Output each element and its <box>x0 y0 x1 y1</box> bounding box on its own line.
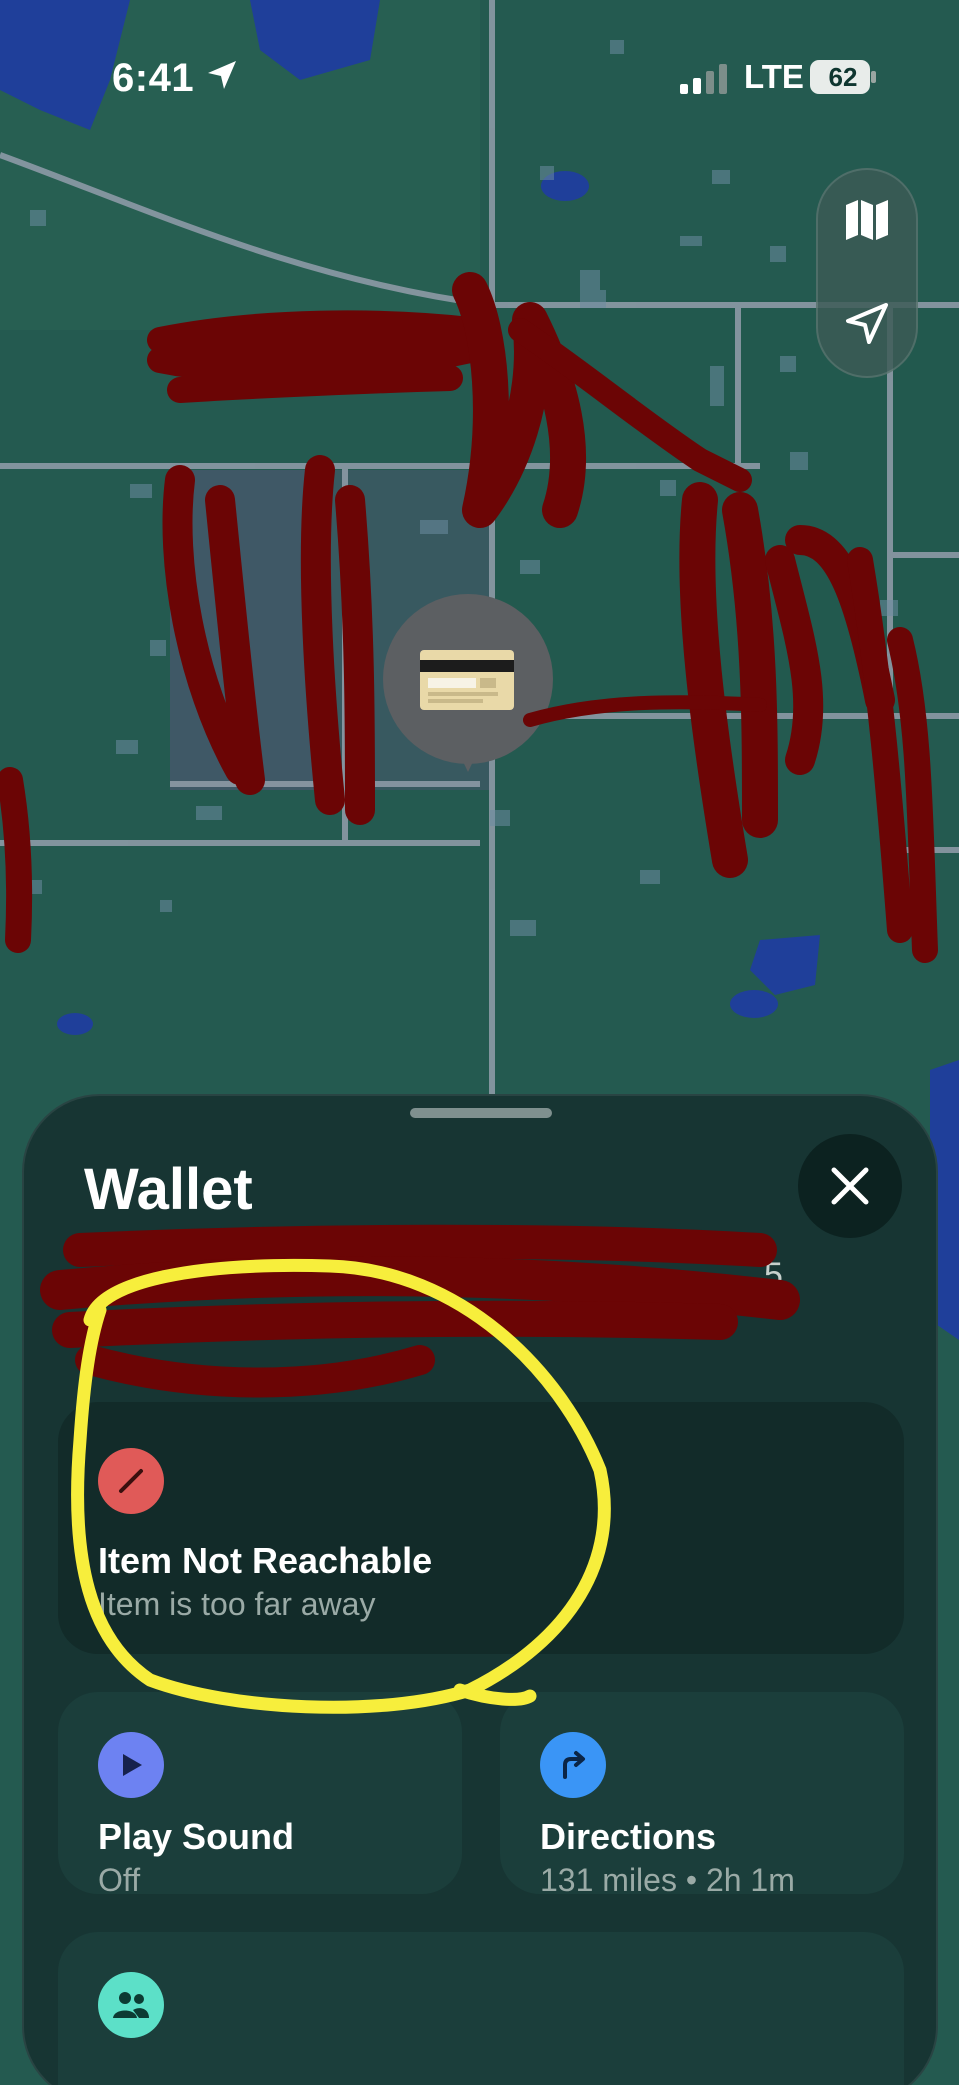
people-icon <box>113 1992 149 2018</box>
signal-bars-icon <box>680 64 727 94</box>
current-location-button[interactable] <box>818 274 916 374</box>
subtitle-fragment: 5 <box>764 1256 783 1294</box>
play-sound-status: Off <box>98 1862 141 1898</box>
sheet-grabber[interactable] <box>410 1108 552 1118</box>
directions-label: Directions <box>540 1816 717 1857</box>
directions-icon-badge <box>540 1732 606 1798</box>
card-icon <box>420 650 514 710</box>
close-button[interactable] <box>798 1134 902 1238</box>
turn-right-arrow-icon <box>563 1751 585 1779</box>
status-icon-badge <box>98 1448 164 1514</box>
map-mode-button[interactable] <box>818 170 916 270</box>
location-arrow-icon <box>846 303 888 344</box>
clock-time: 6:41 <box>112 56 195 100</box>
status-label: Item Not Reachable <box>98 1540 433 1581</box>
find-my-screen: 6:41 LTE 62 Wallet 5 Item Not Reachable … <box>0 0 959 2085</box>
item-status-card: Item Not Reachable Item is too far away <box>58 1402 904 1654</box>
play-sound-label: Play Sound <box>98 1816 295 1857</box>
play-sound-button[interactable]: Play Sound Off <box>58 1692 462 1898</box>
status-detail: Item is too far away <box>98 1586 376 1622</box>
item-title: Wallet <box>84 1157 253 1222</box>
people-icon-badge <box>98 1972 164 2038</box>
network-type: LTE <box>744 58 804 95</box>
directions-distance: 131 miles • 2h 1m <box>540 1862 795 1898</box>
share-item-card[interactable] <box>58 1932 904 2085</box>
directions-button[interactable]: Directions 131 miles • 2h 1m <box>500 1692 904 1898</box>
location-arrow-icon <box>208 61 236 89</box>
item-location-pin[interactable] <box>383 594 553 772</box>
pin-pointer <box>446 726 490 772</box>
item-detail-sheet: Wallet 5 Item Not Reachable Item is too … <box>22 1094 938 2085</box>
slash-icon <box>119 1469 143 1493</box>
map-icon <box>846 200 888 240</box>
close-icon <box>831 1167 869 1205</box>
play-icon <box>123 1754 142 1776</box>
status-bar: 6:41 LTE 62 <box>0 52 959 112</box>
map-controls <box>816 168 918 378</box>
battery-percentage: 62 <box>828 62 858 92</box>
play-icon-badge <box>98 1732 164 1798</box>
